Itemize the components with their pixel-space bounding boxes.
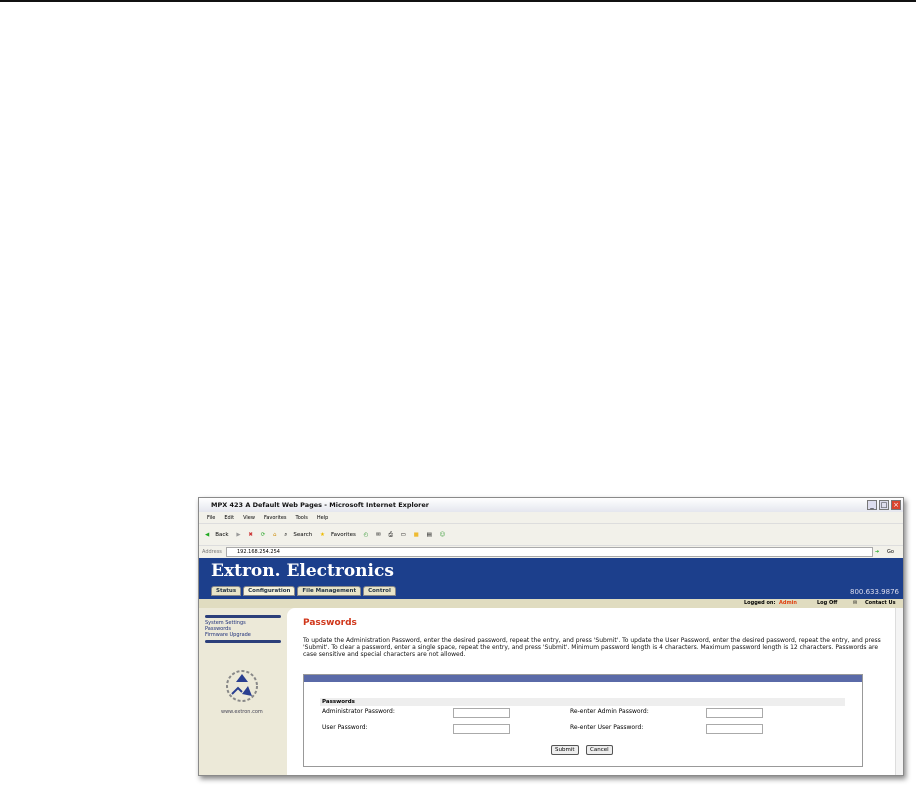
reenter-admin-input[interactable] <box>706 708 763 718</box>
website-link[interactable]: www.extron.com <box>221 709 263 715</box>
logged-user: Admin <box>779 600 797 606</box>
site-banner: Extron. Electronics 800.633.9876 Status … <box>199 558 903 599</box>
user-password-label: User Password: <box>322 724 368 731</box>
address-input[interactable]: 192.168.254.254 <box>226 547 873 557</box>
stop-icon[interactable]: ✖ <box>248 532 253 538</box>
close-button[interactable]: × <box>891 500 901 510</box>
envelope-icon: ✉ <box>853 600 858 606</box>
history-icon[interactable]: ◴ <box>364 532 369 538</box>
address-label: Address <box>202 549 222 555</box>
admin-password-input[interactable] <box>453 708 510 718</box>
address-bar: Address 192.168.254.254 ➔ Go <box>199 546 903 558</box>
title-bar: MPX 423 A Default Web Pages - Microsoft … <box>199 498 903 512</box>
submit-button[interactable]: Submit <box>551 745 579 755</box>
extron-logo: Extron. Electronics <box>211 561 394 581</box>
cancel-button[interactable]: Cancel <box>586 745 613 755</box>
menu-tools[interactable]: Tools <box>296 515 308 521</box>
menu-help[interactable]: Help <box>317 515 328 521</box>
favorites-button[interactable]: Favorites <box>331 532 356 538</box>
menu-edit[interactable]: Edit <box>224 515 234 521</box>
status-strip: Logged on: Admin Log Off ✉ Contact Us <box>199 599 903 608</box>
instructions: To update the Administration Password, e… <box>303 637 881 658</box>
tab-configuration[interactable]: Configuration <box>243 586 296 596</box>
maximize-button[interactable]: □ <box>879 500 889 510</box>
menu-file[interactable]: File <box>207 515 215 521</box>
reenter-admin-label: Re-enter Admin Password: <box>570 708 649 715</box>
mail-icon[interactable]: ✉ <box>376 532 381 538</box>
forward-icon[interactable]: ▶ <box>236 532 240 538</box>
reenter-user-input[interactable] <box>706 724 763 734</box>
reenter-user-label: Re-enter User Password: <box>570 724 644 731</box>
sidebar: System Settings Passwords Firmware Upgra… <box>199 608 285 775</box>
home-icon[interactable]: ⌂ <box>273 532 277 538</box>
menu-view[interactable]: View <box>243 515 255 521</box>
research-icon[interactable]: ▤ <box>427 532 432 538</box>
logged-on-label: Logged on: <box>744 600 776 606</box>
nav-tabs: Status Configuration File Management Con… <box>211 586 396 596</box>
toolbar: ◀ Back ▶ ✖ ⟳ ⌂ ⌕ Search ★ Favorites ◴ ✉ ⎙ ▭… <box>199 524 903 546</box>
back-icon[interactable]: ◀ <box>205 532 209 538</box>
extron-emblem-icon <box>226 670 258 702</box>
sidebar-divider <box>205 615 281 618</box>
main-content: Passwords To update the Administration P… <box>287 608 903 775</box>
note-icon[interactable]: ■ <box>414 532 419 538</box>
go-icon[interactable]: ➔ <box>875 546 879 558</box>
log-off-link[interactable]: Log Off <box>817 599 837 608</box>
tab-status[interactable]: Status <box>211 586 242 596</box>
favorites-icon[interactable]: ★ <box>320 532 325 538</box>
search-icon[interactable]: ⌕ <box>284 532 287 538</box>
admin-password-label: Administrator Password: <box>322 708 395 715</box>
menu-bar: File Edit View Favorites Tools Help <box>199 512 903 524</box>
form-header-bar <box>304 675 862 682</box>
search-button[interactable]: Search <box>293 532 312 538</box>
edit-icon[interactable]: ▭ <box>401 532 406 538</box>
menu-favorites[interactable]: Favorites <box>264 515 287 521</box>
messenger-icon[interactable]: ☺ <box>440 532 446 538</box>
go-button[interactable]: Go <box>887 546 894 558</box>
tab-file-management[interactable]: File Management <box>297 586 362 596</box>
sidebar-divider <box>205 640 281 643</box>
back-button[interactable]: Back <box>215 532 228 538</box>
browser-window: MPX 423 A Default Web Pages - Microsoft … <box>198 497 904 776</box>
page-title: Passwords <box>303 618 357 628</box>
contact-us-link[interactable]: Contact Us <box>865 599 896 608</box>
minimize-button[interactable]: _ <box>867 500 877 510</box>
tab-control[interactable]: Control <box>363 586 396 596</box>
scrollbar[interactable] <box>895 608 903 775</box>
print-icon[interactable]: ⎙ <box>389 532 393 538</box>
section-heading: Passwords <box>320 698 845 706</box>
refresh-icon[interactable]: ⟳ <box>261 532 266 538</box>
passwords-form: Passwords Administrator Password: User P… <box>303 674 863 767</box>
phone-number: 800.633.9876 <box>850 588 899 596</box>
sidebar-item-firmware-upgrade[interactable]: Firmware Upgrade <box>205 632 251 639</box>
top-rule <box>0 0 916 2</box>
user-password-input[interactable] <box>453 724 510 734</box>
